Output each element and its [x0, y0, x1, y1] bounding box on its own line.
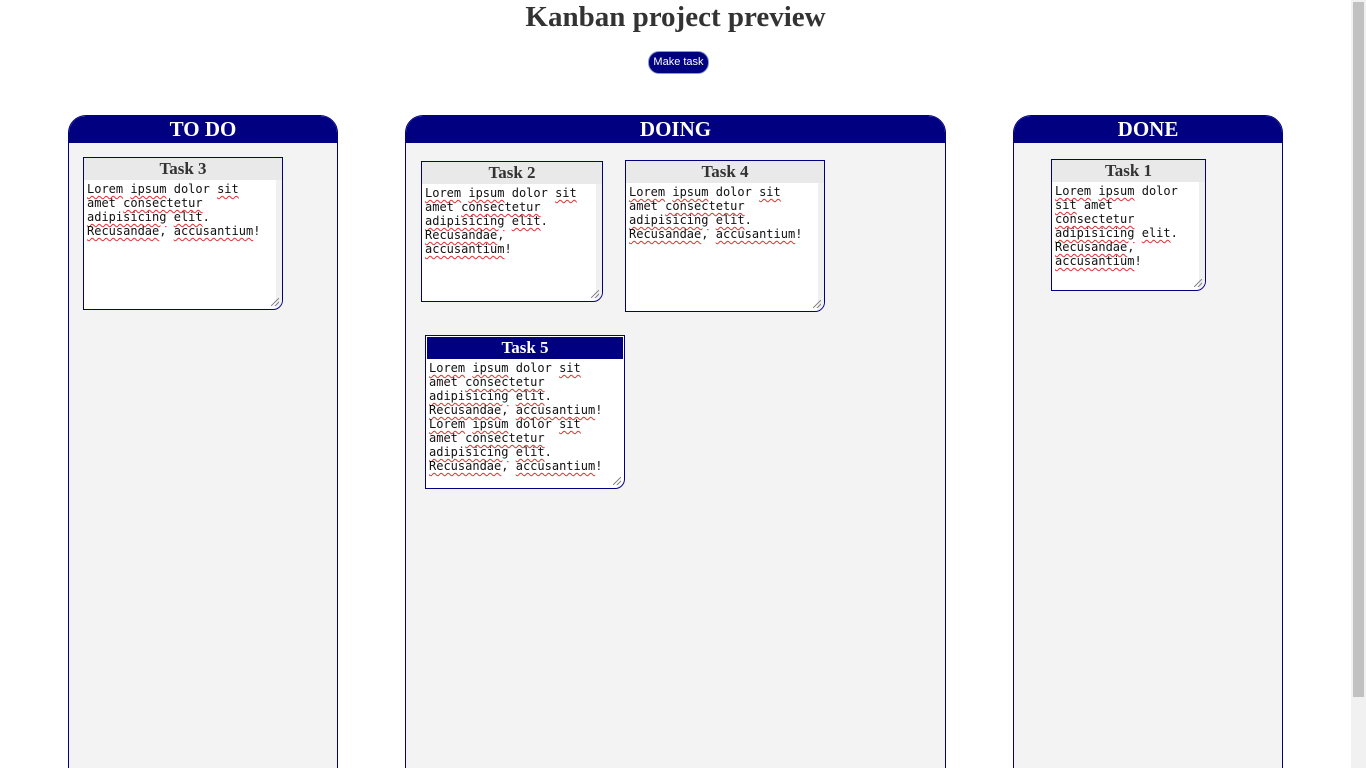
resize-grip-icon[interactable]: [271, 298, 279, 306]
column-title: TO DO: [69, 116, 337, 143]
resize-grip-icon[interactable]: [613, 477, 621, 485]
column-title: DOING: [406, 116, 945, 143]
task-description-textarea[interactable]: Lorem ipsum dolor sit amet consectetur a…: [626, 183, 814, 243]
task-title[interactable]: Task 2: [422, 162, 602, 184]
task-card[interactable]: Task 4 Lorem ipsum dolor sit amet consec…: [625, 160, 825, 312]
textarea-scrollbar[interactable]: [276, 180, 282, 309]
textarea-scrollbar[interactable]: [1199, 182, 1205, 290]
task-description-textarea[interactable]: Lorem ipsum dolor sit amet consectetur a…: [426, 359, 618, 475]
resize-grip-icon[interactable]: [591, 290, 599, 298]
task-card[interactable]: Task 3 Lorem ipsum dolor sit amet consec…: [83, 157, 283, 310]
make-task-button[interactable]: Make task: [648, 51, 709, 74]
task-card-selected[interactable]: Task 5 Lorem ipsum dolor sit amet consec…: [425, 335, 625, 489]
resize-grip-icon[interactable]: [1194, 279, 1202, 287]
task-title[interactable]: Task 4: [626, 161, 824, 183]
textarea-scrollbar[interactable]: [596, 184, 602, 301]
task-description-textarea[interactable]: Lorem ipsum dolor sit amet consectetur a…: [422, 184, 590, 258]
task-title[interactable]: Task 3: [84, 158, 282, 180]
column-doing: DOING Task 2 Lorem ipsum dolor sit amet …: [405, 115, 946, 768]
column-title: DONE: [1014, 116, 1282, 143]
task-description-textarea[interactable]: Lorem ipsum dolor sit amet consectetur a…: [1052, 182, 1194, 270]
column-todo: TO DO Task 3 Lorem ipsum dolor sit amet …: [68, 115, 338, 768]
column-done: DONE Task 1 Lorem ipsum dolor sit amet c…: [1013, 115, 1283, 768]
page-scrollbar[interactable]: [1351, 0, 1366, 768]
page-title: Kanban project preview: [525, 1, 826, 33]
page-scrollbar-thumb[interactable]: [1353, 2, 1364, 697]
task-title[interactable]: Task 1: [1052, 160, 1205, 182]
task-description-textarea[interactable]: Lorem ipsum dolor sit amet consectetur a…: [84, 180, 270, 240]
task-title[interactable]: Task 5: [427, 337, 623, 359]
resize-grip-icon[interactable]: [813, 300, 821, 308]
textarea-scrollbar[interactable]: [818, 183, 824, 311]
task-card[interactable]: Task 2 Lorem ipsum dolor sit amet consec…: [421, 161, 603, 302]
task-card[interactable]: Task 1 Lorem ipsum dolor sit amet consec…: [1051, 159, 1206, 291]
